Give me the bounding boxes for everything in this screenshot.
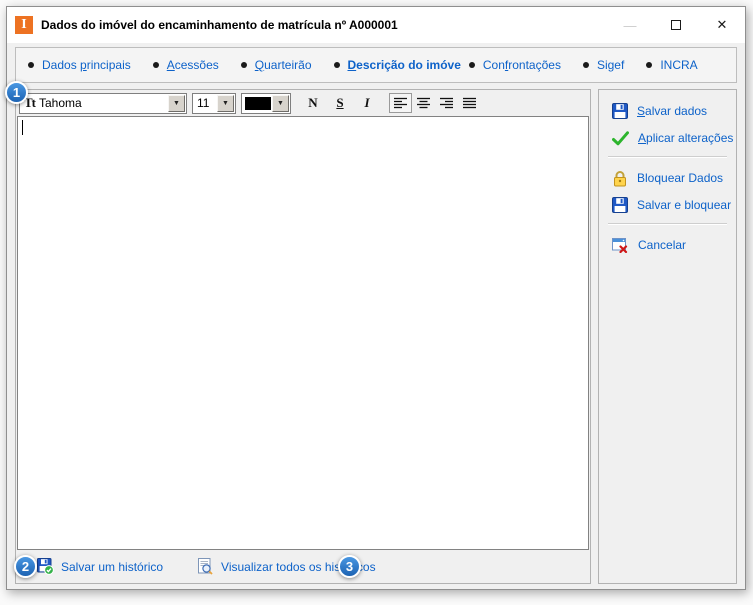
annotation-badge-2: 2 bbox=[14, 555, 37, 578]
tab-descricao-do-imovel[interactable]: Descrição do imóve bbox=[334, 58, 461, 72]
font-color-select[interactable]: ▼ bbox=[241, 93, 291, 114]
chevron-down-icon[interactable]: ▼ bbox=[217, 95, 234, 112]
preview-history-icon bbox=[197, 558, 214, 575]
save-history-label: Salvar um histórico bbox=[61, 560, 163, 574]
bullet-icon bbox=[153, 62, 159, 68]
divider bbox=[608, 223, 727, 225]
cancel-button[interactable]: Cancelar bbox=[599, 233, 736, 257]
tab-strip: Dados principais Acessões Quarteirão Des… bbox=[15, 47, 737, 83]
alignment-group bbox=[389, 93, 481, 113]
font-size-value: 11 bbox=[193, 96, 216, 110]
minimize-button: — bbox=[607, 7, 653, 43]
chevron-down-icon[interactable]: ▼ bbox=[168, 95, 185, 112]
floppy-disk-icon bbox=[612, 197, 628, 213]
apply-changes-button[interactable]: Aplicar alterações bbox=[599, 126, 736, 150]
bullet-icon bbox=[241, 62, 247, 68]
align-center-icon bbox=[417, 97, 431, 109]
align-justify-button[interactable] bbox=[458, 93, 481, 113]
font-size-select[interactable]: 11 ▼ bbox=[192, 93, 236, 114]
tab-acessoes[interactable]: Acessões bbox=[153, 58, 219, 72]
title-bar: I Dados do imóvel do encaminhamento de m… bbox=[7, 7, 745, 43]
bullet-icon bbox=[646, 62, 652, 68]
format-toolbar: Tt Tahoma ▼ 11 ▼ ▼ N S I bbox=[16, 90, 590, 116]
bold-button[interactable]: N bbox=[302, 93, 324, 113]
align-right-button[interactable] bbox=[435, 93, 458, 113]
save-data-button[interactable]: Salvar dados bbox=[599, 99, 736, 123]
floppy-disk-icon bbox=[612, 103, 628, 119]
lock-icon bbox=[612, 170, 628, 187]
align-right-icon bbox=[440, 97, 454, 109]
description-text-area[interactable] bbox=[17, 116, 589, 550]
save-and-lock-button[interactable]: Salvar e bloquear bbox=[599, 193, 736, 217]
font-family-value: Tahoma bbox=[35, 96, 167, 110]
save-history-button[interactable]: Salvar um histórico bbox=[37, 558, 163, 575]
history-actions-bar: Salvar um histórico Visualizar todos os … bbox=[16, 550, 590, 583]
cancel-window-icon bbox=[612, 237, 629, 253]
color-swatch-icon bbox=[245, 97, 271, 110]
underline-button[interactable]: S bbox=[329, 93, 351, 113]
check-icon bbox=[612, 131, 629, 146]
tab-incra[interactable]: INCRA bbox=[646, 58, 697, 72]
text-caret bbox=[22, 120, 23, 135]
actions-panel: Salvar dados Aplicar alterações Bloquear… bbox=[598, 89, 737, 584]
tab-confrontacoes[interactable]: Confrontações bbox=[469, 58, 561, 72]
maximize-icon bbox=[671, 20, 681, 30]
align-left-button[interactable] bbox=[389, 93, 412, 113]
description-editor-panel: Tt Tahoma ▼ 11 ▼ ▼ N S I bbox=[15, 89, 591, 584]
bullet-icon bbox=[334, 62, 340, 68]
annotation-badge-3: 3 bbox=[338, 555, 361, 578]
divider bbox=[608, 156, 727, 158]
align-center-button[interactable] bbox=[412, 93, 435, 113]
bullet-icon bbox=[583, 62, 589, 68]
font-family-select[interactable]: Tt Tahoma ▼ bbox=[19, 93, 187, 114]
save-history-icon bbox=[37, 558, 54, 575]
align-left-icon bbox=[394, 97, 408, 109]
tab-quarteirao[interactable]: Quarteirão bbox=[241, 58, 312, 72]
app-icon: I bbox=[15, 16, 33, 34]
bullet-icon bbox=[469, 62, 475, 68]
bullet-icon bbox=[28, 62, 34, 68]
annotation-badge-1: 1 bbox=[5, 81, 28, 104]
close-button[interactable]: ✕ bbox=[699, 7, 745, 43]
italic-button[interactable]: I bbox=[356, 93, 378, 113]
dialog-window: I Dados do imóvel do encaminhamento de m… bbox=[6, 6, 746, 590]
maximize-button[interactable] bbox=[653, 7, 699, 43]
tab-dados-principais[interactable]: Dados principais bbox=[28, 58, 131, 72]
window-title: Dados do imóvel do encaminhamento de mat… bbox=[41, 18, 398, 32]
chevron-down-icon[interactable]: ▼ bbox=[272, 95, 289, 112]
align-justify-icon bbox=[463, 97, 477, 109]
lock-data-button[interactable]: Bloquear Dados bbox=[599, 166, 736, 190]
tab-sigef[interactable]: Sigef bbox=[583, 58, 624, 72]
